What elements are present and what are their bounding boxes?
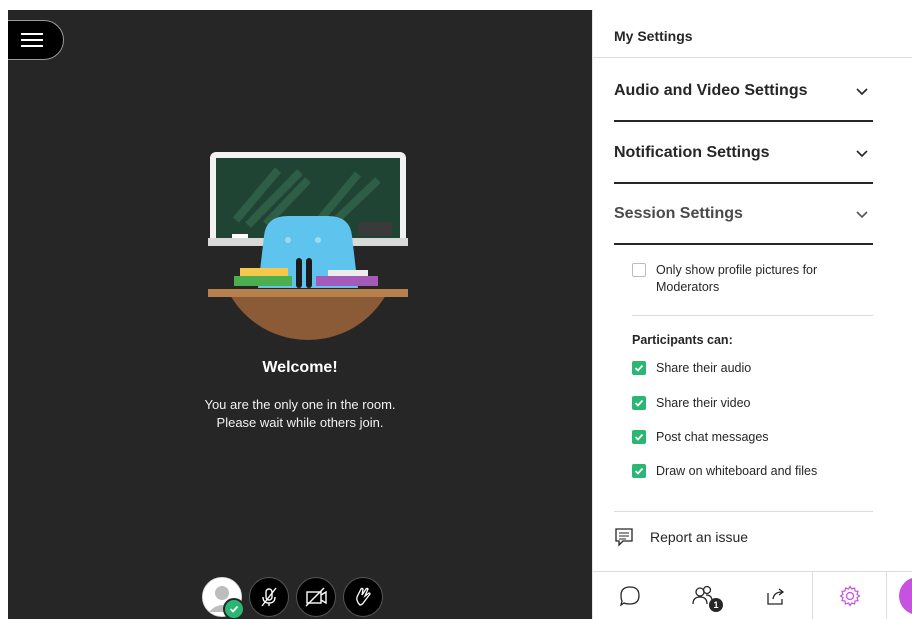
participants-label: Participants can: [632, 333, 733, 347]
checkbox[interactable] [632, 396, 646, 410]
report-issue-label: Report an issue [650, 529, 749, 545]
welcome-line-2: Please wait while others join. [216, 415, 384, 430]
section-label: Notification Settings [614, 144, 770, 161]
check-icon [634, 467, 644, 475]
welcome-title: Welcome! [262, 359, 338, 376]
check-icon [634, 364, 644, 372]
section-label: Audio and Video Settings [614, 82, 808, 99]
hamburger-icon [21, 33, 43, 47]
session-stage: Welcome! You are the only one in the roo… [8, 10, 592, 619]
section-session[interactable]: Session Settings [614, 185, 873, 245]
chat-icon [619, 585, 640, 606]
profile-pictures-option[interactable]: Only show profile pictures for Moderator… [632, 262, 842, 296]
option-label: Share their video [656, 396, 751, 410]
tab-attendees[interactable]: 1 [666, 572, 739, 619]
check-icon [229, 605, 239, 613]
chevron-down-icon [856, 88, 868, 96]
feedback-icon [615, 528, 633, 547]
check-icon [634, 433, 644, 441]
raise-hand-button[interactable] [343, 577, 383, 617]
chevron-down-icon [856, 150, 868, 158]
check-icon [634, 399, 644, 407]
camera-button[interactable] [296, 577, 336, 617]
status-badge [223, 598, 245, 619]
checkbox[interactable] [632, 361, 646, 375]
chevron-down-icon [856, 211, 868, 219]
permission-post-chat[interactable]: Post chat messages [632, 429, 769, 446]
menu-button[interactable] [8, 20, 64, 60]
settings-panel: My Settings Audio and Video Settings Not… [592, 10, 912, 619]
section-label: Session Settings [614, 205, 743, 222]
panel-title: My Settings [593, 10, 912, 58]
mic-off-icon [261, 587, 277, 607]
microphone-button[interactable] [249, 577, 289, 617]
session-controls [202, 577, 383, 619]
gear-icon [838, 584, 861, 607]
tab-settings[interactable] [812, 572, 887, 619]
option-label: Share their audio [656, 361, 752, 375]
checkbox[interactable] [632, 464, 646, 478]
tab-chat[interactable] [593, 572, 666, 619]
panel-tabbar: 1 [593, 571, 912, 619]
welcome-line-1: You are the only one in the room. [204, 397, 396, 412]
profile-pictures-checkbox[interactable] [632, 263, 646, 277]
hand-icon [356, 587, 371, 606]
attendees-count-badge: 1 [709, 598, 723, 612]
option-label: Only show profile pictures for Moderator… [656, 263, 818, 294]
option-label: Draw on whiteboard and files [656, 464, 818, 478]
camera-off-icon [305, 587, 327, 607]
checkbox[interactable] [632, 430, 646, 444]
permission-share-video[interactable]: Share their video [632, 395, 751, 412]
permission-share-audio[interactable]: Share their audio [632, 360, 751, 377]
section-audio-video[interactable]: Audio and Video Settings [614, 62, 873, 122]
close-panel-button[interactable] [899, 577, 912, 615]
option-label: Post chat messages [656, 430, 769, 444]
divider [632, 315, 873, 316]
tab-share[interactable] [739, 572, 812, 619]
classroom-illustration [208, 152, 408, 340]
section-notification[interactable]: Notification Settings [614, 124, 873, 184]
divider [614, 511, 873, 512]
share-icon [766, 587, 784, 605]
report-issue-link[interactable]: Report an issue [614, 527, 748, 547]
welcome-message: You are the only one in the room. Please… [8, 396, 592, 432]
avatar-button[interactable] [202, 577, 245, 619]
permission-draw-whiteboard[interactable]: Draw on whiteboard and files [632, 463, 817, 480]
